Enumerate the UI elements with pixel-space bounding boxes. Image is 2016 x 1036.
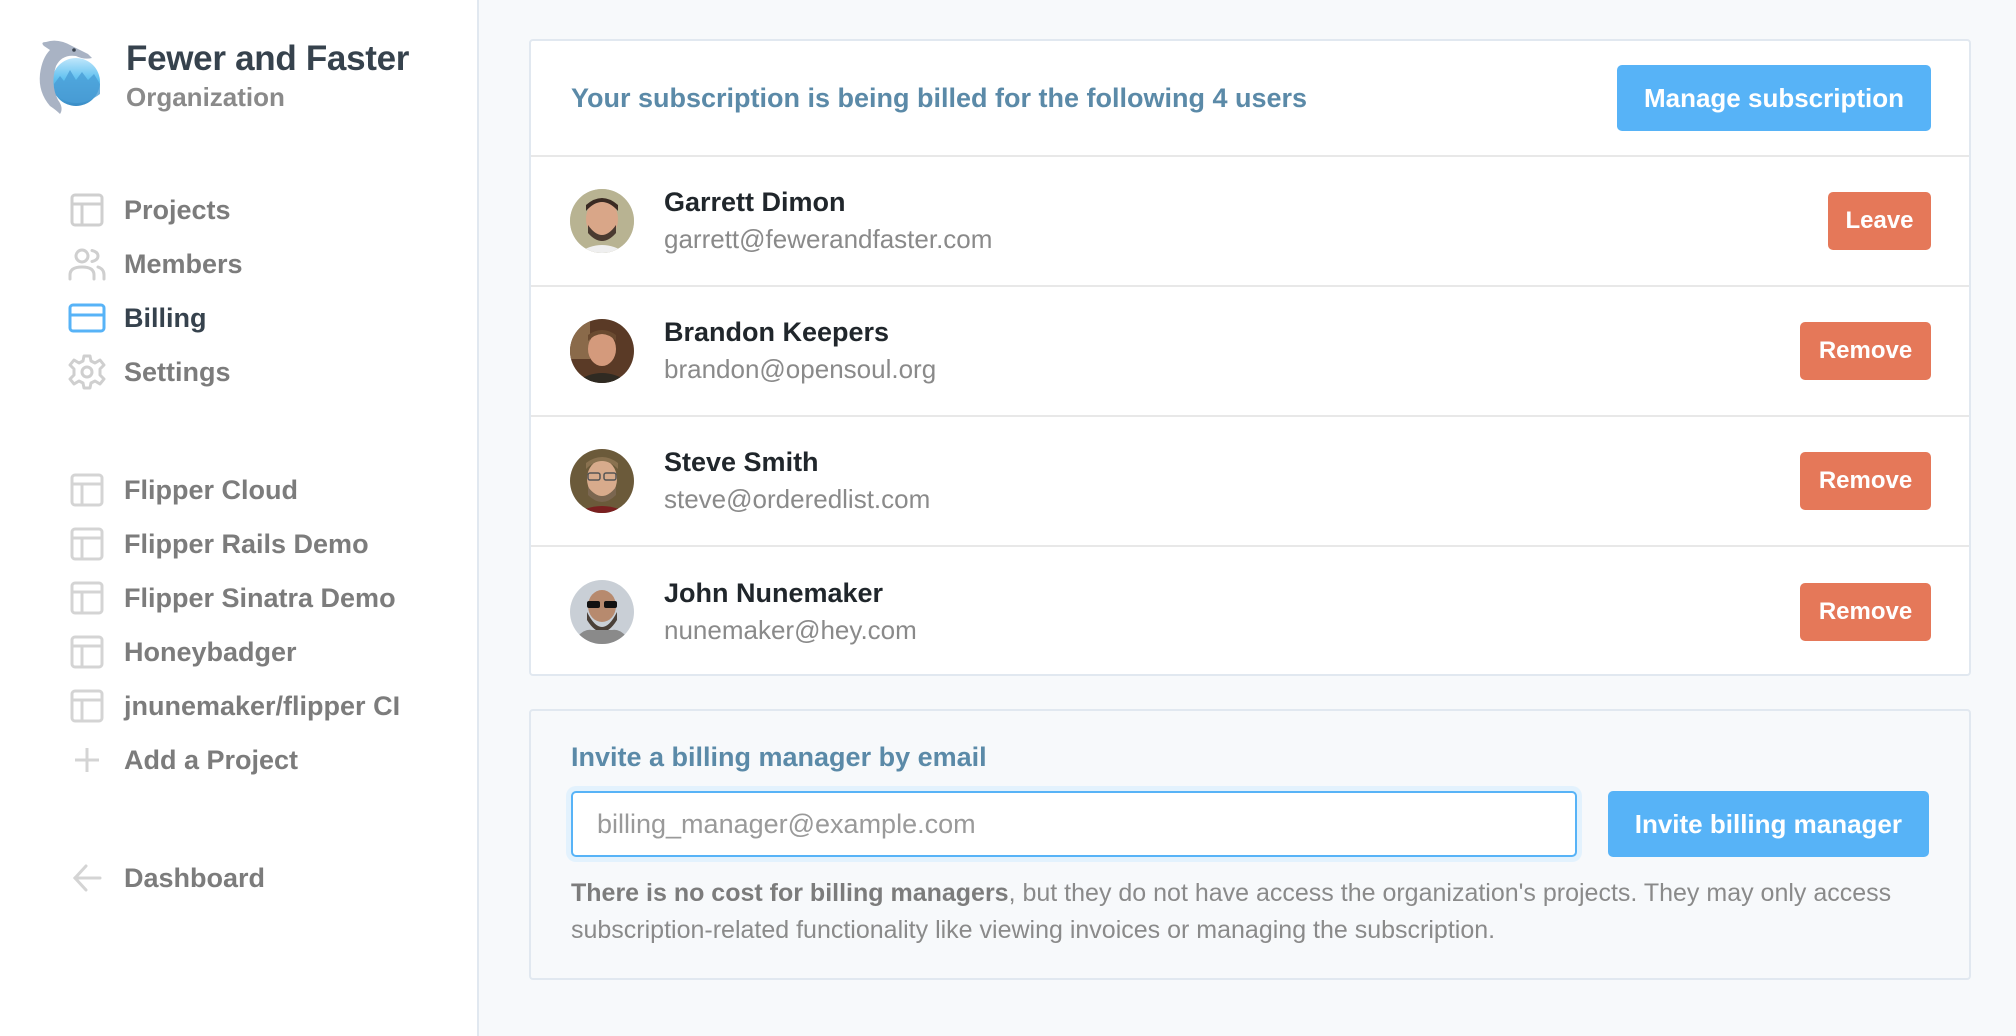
leave-button[interactable]: Leave (1828, 192, 1931, 250)
subscription-header: Your subscription is being billed for th… (531, 41, 1969, 157)
avatar (570, 580, 634, 644)
member-name: John Nunemaker (664, 578, 884, 608)
member-row: Garrett Dimon garrett@fewerandfaster.com… (531, 157, 1969, 287)
sidebar-item-label: Projects (124, 194, 231, 225)
layout-icon (68, 579, 106, 617)
invite-billing-manager-card: Invite a billing manager by email Invite… (529, 709, 1971, 980)
member-email: nunemaker@hey.com (664, 615, 917, 645)
avatar (570, 319, 634, 383)
member-email: steve@orderedlist.com (664, 484, 931, 514)
layout-icon (68, 525, 106, 563)
invite-title: Invite a billing manager by email (571, 742, 987, 772)
member-info: Garrett Dimon garrett@fewerandfaster.com (664, 184, 1828, 258)
sidebar-item-label: Honeybadger (124, 636, 297, 667)
dashboard-link[interactable]: Dashboard (68, 851, 265, 905)
sidebar-item-label: jnunemaker/flipper CI (124, 690, 401, 721)
invite-form: Invite billing manager (571, 791, 1929, 857)
sidebar-project-item[interactable]: Flipper Sinatra Demo (68, 571, 400, 625)
sidebar-item-label: Flipper Sinatra Demo (124, 582, 396, 613)
arrow-left-icon (68, 859, 106, 897)
sidebar-item-settings[interactable]: Settings (68, 345, 243, 399)
sidebar: Fewer and Faster Organization Projects M… (0, 0, 479, 1036)
subscription-title: Your subscription is being billed for th… (571, 82, 1308, 113)
remove-button[interactable]: Remove (1800, 452, 1931, 510)
sidebar-project-item[interactable]: Honeybadger (68, 625, 400, 679)
manage-subscription-button[interactable]: Manage subscription (1617, 65, 1931, 131)
member-info: Brandon Keepers brandon@opensoul.org (664, 314, 1800, 388)
sidebar-item-label: Billing (124, 302, 207, 333)
dolphin-logo-icon (39, 40, 100, 114)
layout-icon (68, 633, 106, 671)
sidebar-item-projects[interactable]: Projects (68, 183, 243, 237)
project-nav: Flipper Cloud Flipper Rails Demo Flipper… (68, 463, 400, 787)
avatar (570, 189, 634, 253)
users-icon (68, 245, 106, 283)
member-row: Steve Smith steve@orderedlist.com Remove (531, 417, 1969, 547)
member-email: brandon@opensoul.org (664, 354, 937, 384)
subscription-card: Your subscription is being billed for th… (529, 39, 1971, 676)
remove-button[interactable]: Remove (1800, 322, 1931, 380)
invite-note: There is no cost for billing managers, b… (571, 875, 1941, 949)
member-info: John Nunemaker nunemaker@hey.com (664, 575, 1800, 649)
org-header: Fewer and Faster Organization (36, 36, 409, 116)
remove-button[interactable]: Remove (1800, 583, 1931, 641)
sidebar-project-item[interactable]: jnunemaker/flipper CI (68, 679, 400, 733)
org-subtitle: Organization (126, 82, 285, 112)
sidebar-item-label: Flipper Rails Demo (124, 528, 369, 559)
sidebar-item-label: Dashboard (124, 862, 266, 893)
member-name: Brandon Keepers (664, 317, 890, 347)
org-nav: Projects Members Billing Settings (68, 183, 243, 399)
sidebar-item-label: Flipper Cloud (124, 474, 298, 505)
member-row: Brandon Keepers brandon@opensoul.org Rem… (531, 287, 1969, 417)
member-row: John Nunemaker nunemaker@hey.com Remove (531, 547, 1969, 677)
add-project-link[interactable]: Add a Project (68, 733, 400, 787)
sidebar-item-members[interactable]: Members (68, 237, 243, 291)
billing-manager-email-input[interactable] (571, 791, 1577, 857)
credit-card-icon (68, 299, 106, 337)
avatar (570, 449, 634, 513)
sidebar-item-label: Members (124, 248, 243, 279)
invite-billing-manager-button[interactable]: Invite billing manager (1607, 791, 1929, 857)
sidebar-item-label: Add a Project (124, 744, 299, 775)
member-name: Steve Smith (664, 447, 819, 477)
sidebar-project-item[interactable]: Flipper Rails Demo (68, 517, 400, 571)
member-email: garrett@fewerandfaster.com (664, 224, 993, 254)
gear-icon (68, 353, 106, 391)
layout-icon (68, 471, 106, 509)
layout-icon (68, 687, 106, 725)
member-info: Steve Smith steve@orderedlist.com (664, 444, 1800, 518)
sidebar-item-label: Settings (124, 356, 231, 387)
back-nav: Dashboard (68, 851, 265, 905)
org-name: Fewer and Faster (126, 39, 410, 78)
sidebar-project-item[interactable]: Flipper Cloud (68, 463, 400, 517)
plus-icon (68, 741, 106, 779)
invite-note-bold: There is no cost for billing managers (571, 879, 1009, 907)
sidebar-item-billing[interactable]: Billing (68, 291, 243, 345)
layout-icon (68, 191, 106, 229)
member-name: Garrett Dimon (664, 187, 846, 217)
